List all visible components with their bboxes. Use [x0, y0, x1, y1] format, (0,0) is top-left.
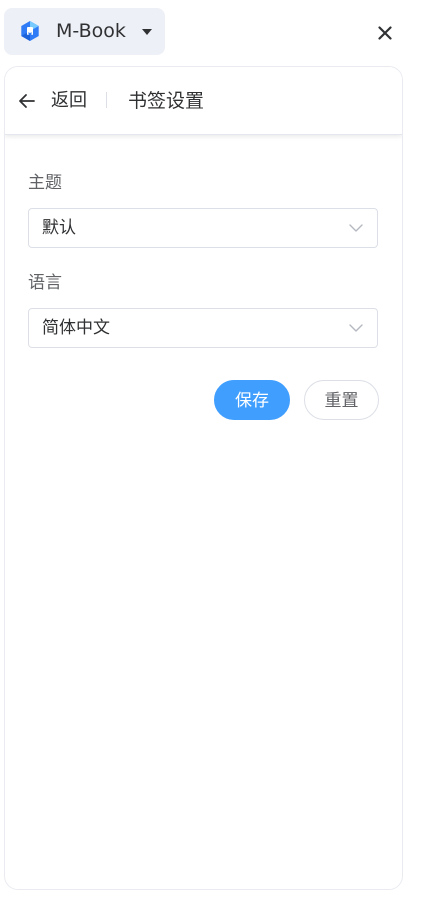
reset-button[interactable]: 重置: [304, 380, 379, 420]
language-select-value: 简体中文: [42, 318, 110, 338]
chevron-down-icon: [349, 324, 363, 332]
card-header: 返回 书签设置: [5, 67, 402, 135]
close-icon: [378, 26, 392, 40]
back-label: 返回: [51, 90, 87, 111]
language-label: 语言: [28, 273, 62, 293]
close-button[interactable]: [374, 22, 396, 44]
app-name: M-Book: [56, 20, 126, 42]
m-book-logo-icon: [19, 20, 41, 42]
app-switcher[interactable]: M-Book: [4, 8, 165, 55]
theme-label: 主题: [28, 173, 62, 193]
language-select[interactable]: 简体中文: [28, 308, 378, 348]
chevron-down-icon: [349, 224, 363, 232]
header-divider: [106, 92, 107, 108]
caret-down-icon: [142, 29, 152, 35]
bookmark-settings-panel: M-Book 返回 书签设置 主题 默认 语言 简体中文 保存 重置: [0, 0, 423, 902]
theme-select[interactable]: 默认: [28, 208, 378, 248]
back-button[interactable]: 返回: [17, 87, 87, 115]
arrow-left-icon: [19, 94, 35, 108]
save-button[interactable]: 保存: [214, 380, 290, 420]
page-title: 书签设置: [128, 90, 205, 112]
settings-card: 返回 书签设置 主题 默认 语言 简体中文 保存 重置: [4, 66, 403, 890]
theme-select-value: 默认: [42, 218, 76, 238]
